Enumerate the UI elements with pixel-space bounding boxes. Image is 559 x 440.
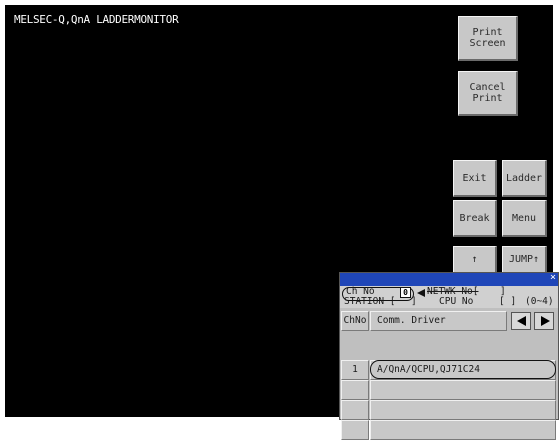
cancel-print-button[interactable]: Cancel Print — [458, 71, 518, 116]
cpu-no-label: CPU No — [439, 296, 474, 307]
station-label: STATION [ — [344, 296, 396, 307]
close-icon[interactable]: × — [550, 272, 556, 283]
table-row-chno[interactable]: 1 — [341, 360, 369, 380]
chno-header: ChNo — [341, 311, 369, 331]
next-page-button[interactable] — [534, 312, 554, 330]
dialog-title-bar: × — [340, 272, 558, 286]
arrow-left-icon — [517, 316, 526, 326]
table-row-chno[interactable] — [341, 380, 369, 400]
up-button[interactable]: ↑ — [453, 246, 497, 274]
table-row-driver[interactable] — [370, 420, 556, 440]
driver-highlight — [370, 360, 556, 379]
cpu-no-field[interactable]: [ ] — [499, 297, 516, 307]
jump-up-button[interactable]: JUMP↑ — [502, 246, 547, 274]
table-row-driver[interactable] — [370, 380, 556, 400]
comm-driver-dialog: × Ch No 0 NETWK No[ ] STATION [ ] CPU No… — [339, 272, 559, 440]
ch-no-field[interactable]: 0 — [400, 287, 411, 298]
break-button[interactable]: Break — [453, 200, 497, 237]
pointer-arrow-icon — [417, 289, 425, 297]
exit-button[interactable]: Exit — [453, 160, 497, 197]
table-row-chno[interactable] — [341, 400, 369, 420]
arrow-right-icon — [541, 316, 550, 326]
ladder-button[interactable]: Ladder — [502, 160, 547, 197]
cpu-no-range: (0~4) — [525, 296, 554, 307]
print-screen-button[interactable]: Print Screen — [458, 16, 518, 61]
table-row-driver[interactable] — [370, 400, 556, 420]
station-close: ] — [411, 296, 417, 307]
screen-title: MELSEC-Q,QnA LADDERMONITOR — [14, 13, 179, 26]
dialog-settings-panel: Ch No 0 NETWK No[ ] STATION [ ] CPU No [… — [340, 286, 558, 308]
menu-button[interactable]: Menu — [502, 200, 547, 237]
table-row-chno[interactable] — [341, 420, 369, 440]
prev-page-button[interactable] — [511, 312, 531, 330]
comm-driver-header: Comm. Driver — [370, 311, 507, 331]
